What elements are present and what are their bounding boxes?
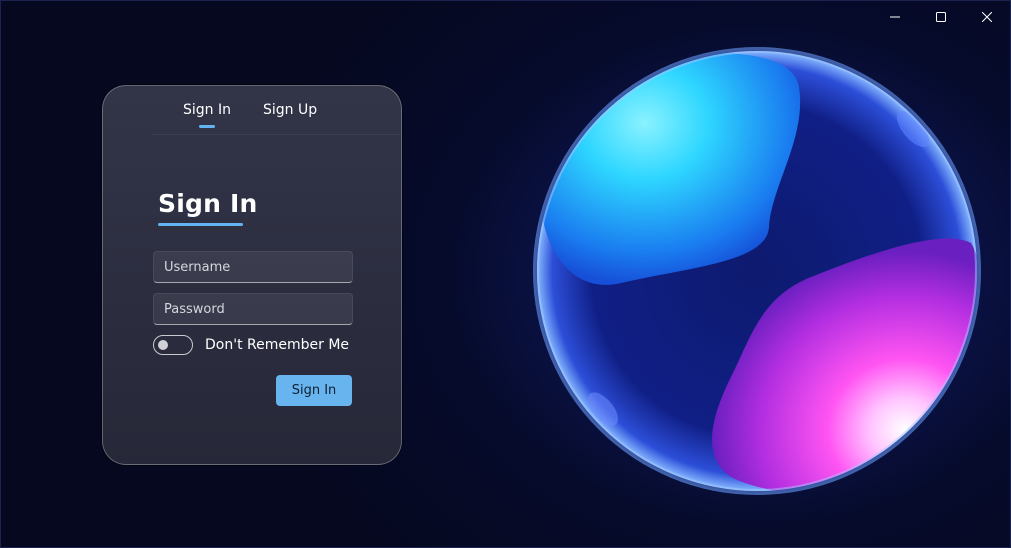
close-button[interactable] [964,1,1010,33]
minimize-icon [890,16,900,18]
tab-sign-up-label: Sign Up [263,102,318,118]
maximize-button[interactable] [918,1,964,33]
close-icon [982,12,992,22]
window-controls [872,1,1010,33]
sign-in-button[interactable]: Sign In [276,375,352,406]
glowing-sphere-artwork [533,47,981,495]
password-input[interactable] [153,293,353,325]
page-title: Sign In [158,189,258,218]
title-underline [158,223,243,226]
sign-in-card: Sign In Sign Up Sign In Don't Remember M… [102,85,402,465]
remember-me-label: Don't Remember Me [205,337,350,353]
remember-me-toggle[interactable] [153,335,193,355]
auth-tabs: Sign In Sign Up [151,86,401,135]
tab-sign-in[interactable]: Sign In [151,86,247,134]
toggle-knob [158,340,168,350]
remember-me-row: Don't Remember Me [153,335,349,355]
minimize-button[interactable] [872,1,918,33]
maximize-icon [936,12,946,22]
username-input[interactable] [153,251,353,283]
tab-sign-in-label: Sign In [183,102,231,118]
tab-sign-up[interactable]: Sign Up [247,86,333,134]
